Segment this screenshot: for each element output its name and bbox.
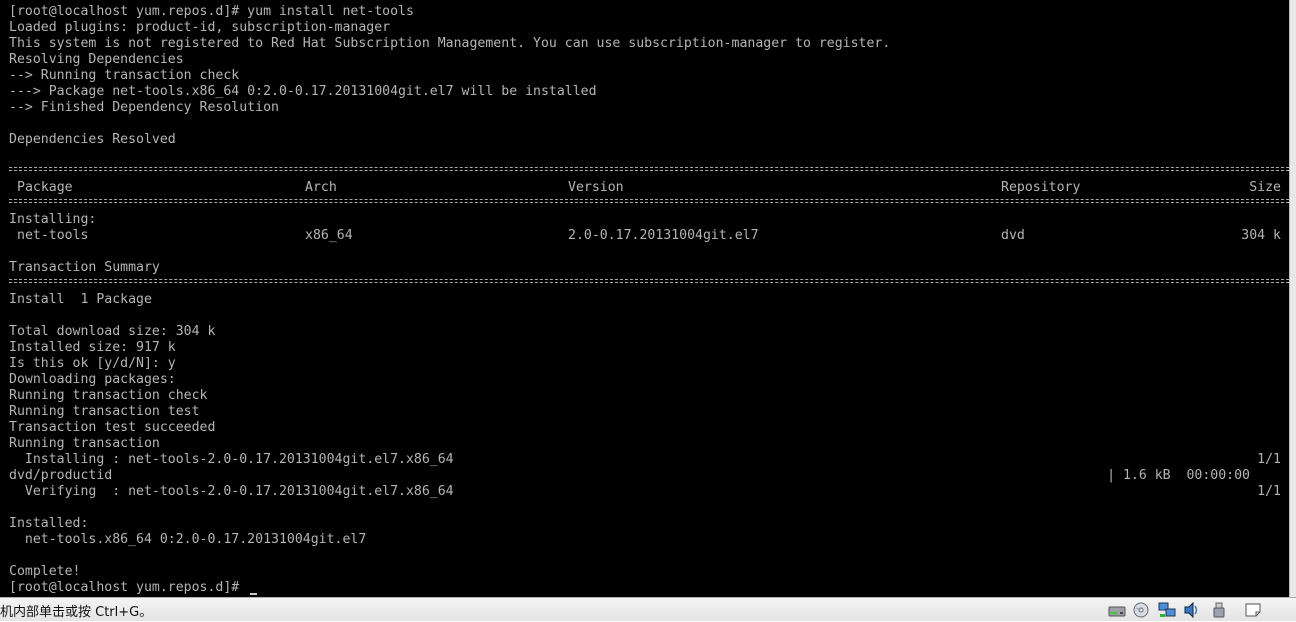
install-count-line: Install 1 Package	[9, 292, 152, 307]
status-hint-text: 机内部单击或按 Ctrl+G。	[0, 605, 153, 620]
progress-line-installing: Installing : net-tools-2.0-0.17.20131004…	[9, 452, 454, 467]
progress-line-verifying: Verifying : net-tools-2.0-0.17.20131004g…	[9, 484, 454, 499]
terminal-line: Total download size: 304 k	[9, 324, 216, 339]
terminal-line: Running transaction	[9, 436, 160, 451]
usb-icon[interactable]	[1210, 602, 1228, 618]
progress-line-productid: dvd/productid	[9, 468, 113, 483]
table-cell-package: net-tools	[17, 228, 89, 243]
terminal-line: Complete!	[9, 564, 81, 579]
column-header-version: Version	[568, 180, 624, 195]
terminal-line: Running transaction check	[9, 388, 208, 403]
terminal-line: Installed:	[9, 516, 89, 531]
message-log-icon[interactable]	[1244, 602, 1262, 618]
terminal-line: --> Running transaction check	[9, 68, 240, 83]
terminal-console[interactable]: [root@localhost yum.repos.d]# yum instal…	[0, 0, 1289, 597]
hard-disk-icon[interactable]	[1108, 602, 1126, 618]
terminal-line: Is this ok [y/d/N]: y	[9, 356, 176, 371]
network-adapter-icon[interactable]	[1158, 602, 1176, 618]
table-cell-size: 304 k	[1241, 228, 1281, 243]
terminal-line: Dependencies Resolved	[9, 132, 176, 147]
column-header-repository: Repository	[1001, 180, 1081, 195]
column-header-size: Size	[1249, 180, 1281, 195]
table-section-label: Installing:	[9, 212, 97, 227]
terminal-line: Downloading packages:	[9, 372, 176, 387]
terminal-line: Running transaction test	[9, 404, 200, 419]
text-cursor	[250, 593, 257, 595]
terminal-line: [root@localhost yum.repos.d]# yum instal…	[9, 4, 414, 19]
shell-prompt[interactable]: [root@localhost yum.repos.d]#	[9, 580, 247, 596]
terminal-line: Resolving Dependencies	[9, 52, 184, 67]
table-rule-summary	[9, 279, 1289, 283]
terminal-line: net-tools.x86_64 0:2.0-0.17.20131004git.…	[9, 532, 367, 547]
terminal-line: Loaded plugins: product-id, subscription…	[9, 20, 391, 35]
progress-count: 1/1	[1257, 484, 1281, 499]
terminal-line: This system is not registered to Red Hat…	[9, 36, 891, 51]
table-rule-header	[9, 199, 1289, 203]
transaction-summary-label: Transaction Summary	[9, 260, 160, 275]
table-cell-version: 2.0-0.17.20131004git.el7	[568, 228, 759, 243]
column-header-package: Package	[17, 180, 73, 195]
progress-count: 1/1	[1257, 452, 1281, 467]
table-cell-arch: x86_64	[305, 228, 353, 243]
terminal-line: --> Finished Dependency Resolution	[9, 100, 279, 115]
terminal-line: Installed size: 917 k	[9, 340, 176, 355]
vm-status-bar: 机内部单击或按 Ctrl+G。	[0, 597, 1296, 621]
table-cell-repository: dvd	[1001, 228, 1025, 243]
cd-drive-icon[interactable]	[1132, 602, 1150, 618]
terminal-line: Transaction test succeeded	[9, 420, 216, 435]
sound-icon[interactable]	[1183, 601, 1201, 619]
terminal-line: ---> Package net-tools.x86_64 0:2.0-0.17…	[9, 84, 597, 99]
table-rule-top	[9, 167, 1289, 171]
window-edge	[1289, 0, 1296, 597]
column-header-arch: Arch	[305, 180, 337, 195]
download-stats: | 1.6 kB 00:00:00	[1107, 468, 1250, 483]
